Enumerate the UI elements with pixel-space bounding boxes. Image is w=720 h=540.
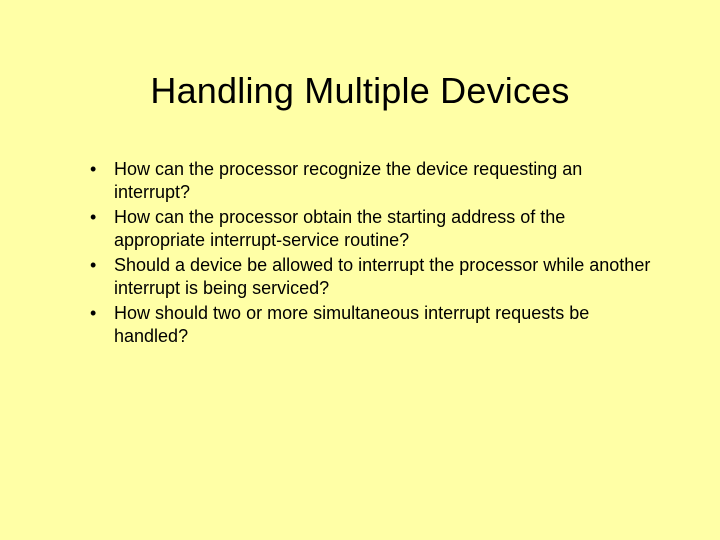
bullet-list: How can the processor recognize the devi… (60, 158, 660, 347)
slide-title: Handling Multiple Devices (60, 70, 660, 112)
list-item: How can the processor recognize the devi… (90, 158, 660, 203)
list-item: Should a device be allowed to interrupt … (90, 254, 660, 299)
slide: Handling Multiple Devices How can the pr… (0, 0, 720, 540)
list-item: How can the processor obtain the startin… (90, 206, 660, 251)
list-item: How should two or more simultaneous inte… (90, 302, 660, 347)
